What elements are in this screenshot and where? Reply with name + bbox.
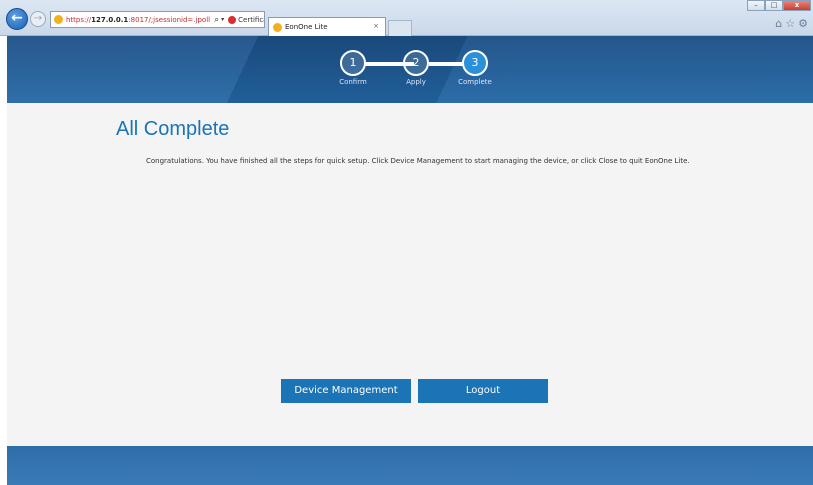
- ie-icon: [273, 22, 282, 32]
- page-title: All Complete: [116, 118, 230, 140]
- search-icon[interactable]: ⌕: [214, 15, 219, 25]
- step-2-circle: 2: [403, 50, 429, 76]
- browser-tab[interactable]: EonOne Lite ×: [268, 17, 386, 36]
- logout-button[interactable]: Logout: [418, 379, 548, 403]
- completion-message: Congratulations. You have finished all t…: [146, 157, 690, 165]
- step-1-label: Confirm: [339, 78, 367, 86]
- wizard-header: 1 Confirm 2 Apply 3 Complete: [7, 36, 813, 103]
- url-text: https://127.0.0.1:8017/;jsessionid=.jpol…: [66, 15, 211, 24]
- window-close-button[interactable]: x: [783, 0, 811, 11]
- device-management-button[interactable]: Device Management: [281, 379, 411, 403]
- window-controls: – □ x: [747, 0, 811, 11]
- certificate-error-label[interactable]: Certificate error: [238, 16, 264, 24]
- new-tab-button[interactable]: [388, 20, 412, 36]
- step-1-circle: 1: [340, 50, 366, 76]
- step-3-circle: 3: [462, 50, 488, 76]
- chevron-down-icon[interactable]: ▾: [221, 16, 224, 23]
- footer: [7, 446, 813, 485]
- back-button[interactable]: ←: [6, 8, 28, 30]
- tab-title: EonOne Lite: [285, 23, 328, 31]
- step-3-label: Complete: [458, 78, 492, 86]
- browser-chrome: ← → https://127.0.0.1:8017/;jsessionid=.…: [0, 0, 813, 36]
- step-2-label: Apply: [406, 78, 426, 86]
- address-bar[interactable]: https://127.0.0.1:8017/;jsessionid=.jpol…: [50, 11, 265, 28]
- close-icon[interactable]: ×: [373, 22, 379, 30]
- toolbar-icons[interactable]: ⌂☆⚙: [775, 17, 811, 30]
- maximize-button[interactable]: □: [765, 0, 783, 11]
- minimize-button[interactable]: –: [747, 0, 765, 11]
- certificate-error-icon: [228, 15, 237, 24]
- ie-icon: [54, 15, 63, 24]
- forward-button[interactable]: →: [30, 11, 46, 27]
